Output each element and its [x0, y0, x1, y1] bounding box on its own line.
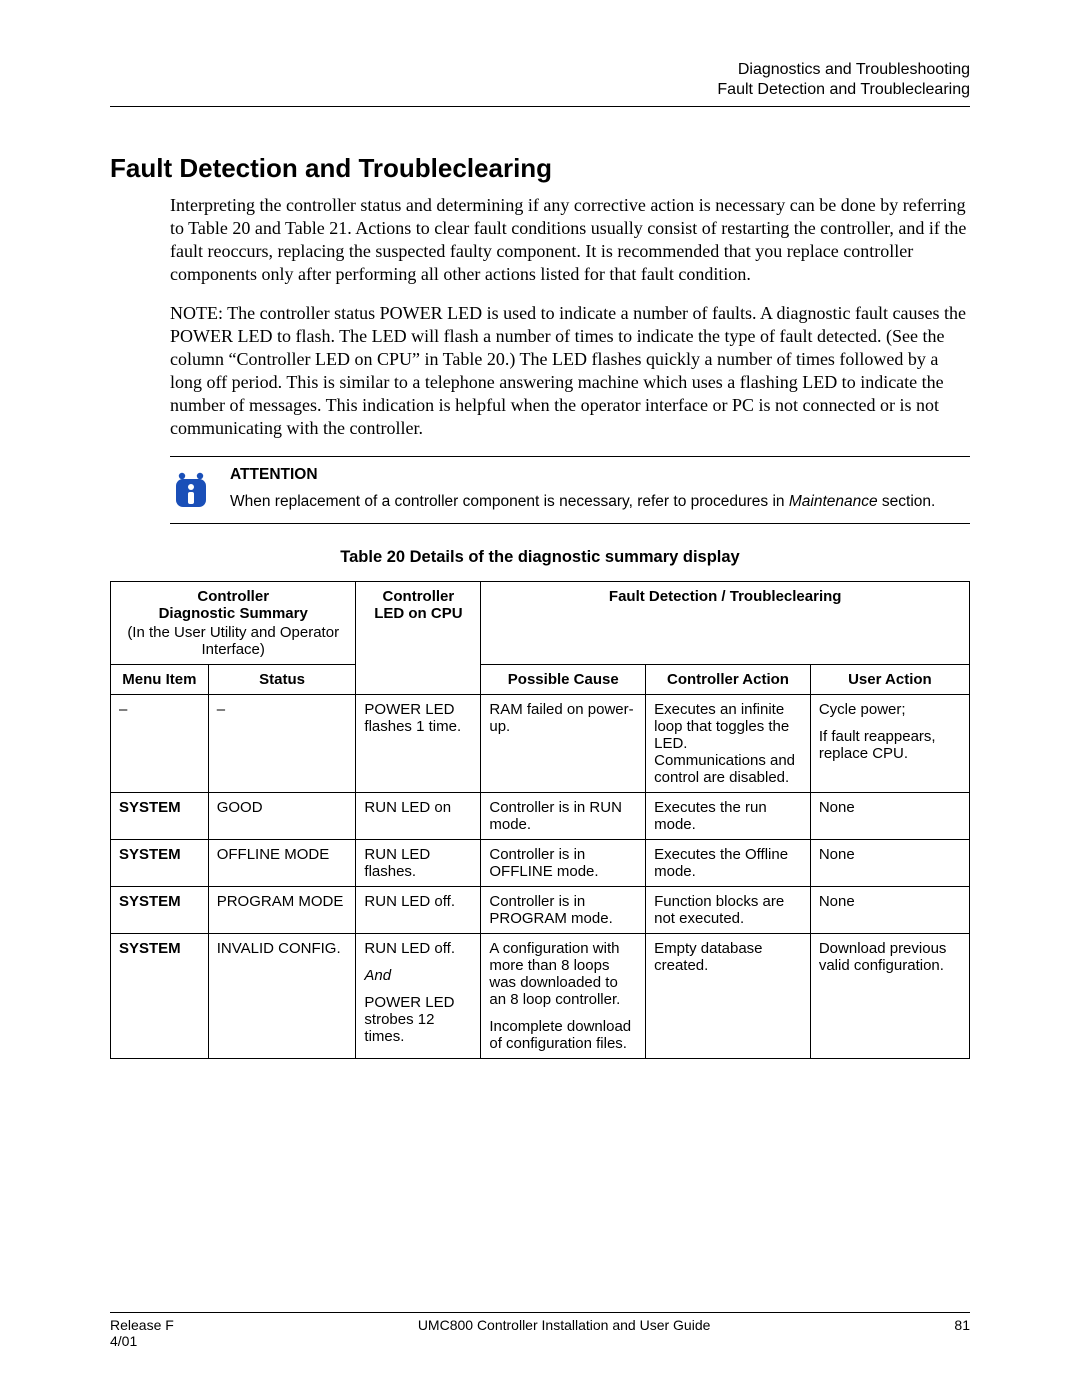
- attention-body: When replacement of a controller compone…: [230, 492, 935, 513]
- running-header: Diagnostics and Troubleshooting Fault De…: [110, 60, 970, 100]
- attention-label: ATTENTION: [230, 465, 935, 486]
- attention-callout: ATTENTION When replacement of a controll…: [170, 456, 970, 524]
- table-row: SYSTEM GOOD RUN LED on Controller is in …: [111, 793, 970, 840]
- table-caption: Table 20 Details of the diagnostic summa…: [110, 548, 970, 567]
- th-fault-group: Fault Detection / Troubleclearing: [481, 582, 970, 665]
- th-cause: Possible Cause: [481, 665, 646, 695]
- page-footer: Release F UMC800 Controller Installation…: [110, 1312, 970, 1349]
- footer-date: 4/01: [110, 1333, 970, 1349]
- table-header-row-2: Menu Item Status Possible Cause Controll…: [111, 665, 970, 695]
- table-row: SYSTEM INVALID CONFIG. RUN LED off. And …: [111, 934, 970, 1059]
- header-chapter: Diagnostics and Troubleshooting: [110, 60, 970, 80]
- th-user: User Action: [810, 665, 969, 695]
- th-ctrl: Controller Action: [646, 665, 811, 695]
- header-section: Fault Detection and Troubleclearing: [110, 80, 970, 100]
- attention-text: ATTENTION When replacement of a controll…: [230, 465, 935, 513]
- table-row: – – POWER LED flashes 1 time. RAM failed…: [111, 695, 970, 793]
- table-row: SYSTEM OFFLINE MODE RUN LED flashes. Con…: [111, 840, 970, 887]
- document-page: Diagnostics and Troubleshooting Fault De…: [0, 0, 1080, 1397]
- header-rule: [110, 106, 970, 107]
- information-icon: [170, 469, 212, 511]
- table-row: SYSTEM PROGRAM MODE RUN LED off. Control…: [111, 887, 970, 934]
- intro-paragraph-2: NOTE: The controller status POWER LED is…: [110, 302, 970, 440]
- th-menu: Menu Item: [111, 665, 209, 695]
- footer-rule: [110, 1312, 970, 1313]
- footer-page-number: 81: [954, 1317, 970, 1333]
- footer-center: UMC800 Controller Installation and User …: [418, 1317, 711, 1333]
- th-diag-summary: Controller Diagnostic Summary (In the Us…: [111, 582, 356, 665]
- section-title: Fault Detection and Troubleclearing: [110, 153, 970, 184]
- th-status: Status: [208, 665, 356, 695]
- footer-left: Release F: [110, 1317, 174, 1333]
- th-led: Controller LED on CPU: [356, 582, 481, 695]
- diagnostic-table: Controller Diagnostic Summary (In the Us…: [110, 581, 970, 1059]
- intro-paragraph-1: Interpreting the controller status and d…: [110, 194, 970, 286]
- table-header-row-1: Controller Diagnostic Summary (In the Us…: [111, 582, 970, 665]
